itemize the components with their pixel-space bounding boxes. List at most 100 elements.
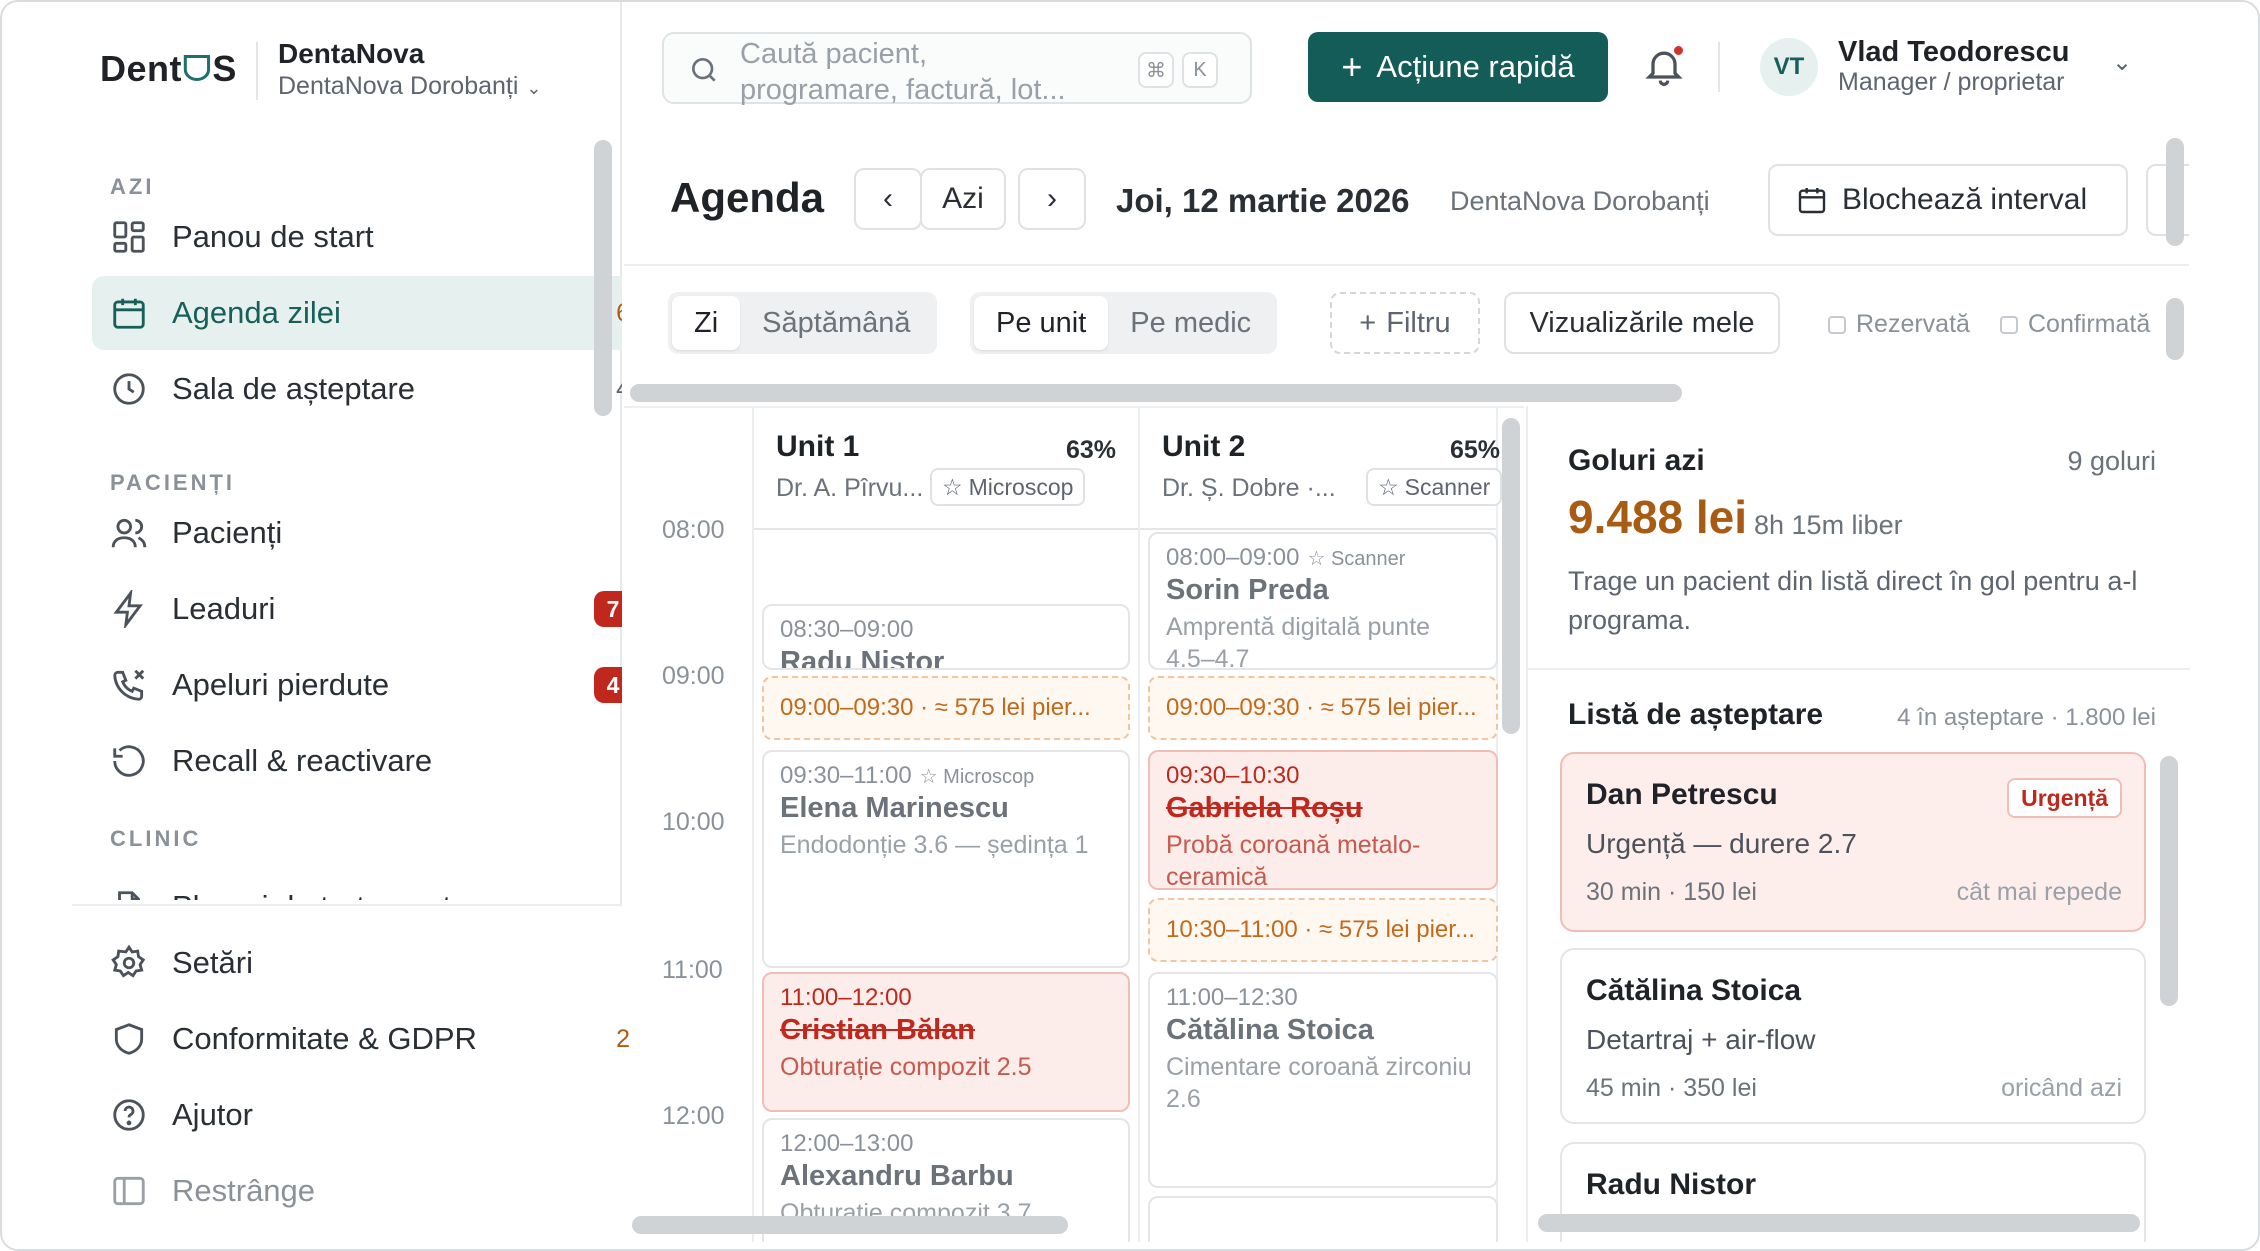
group-toggle: Pe unit Pe medic: [970, 292, 1278, 354]
sidebar-item-label: Agenda zilei: [172, 295, 341, 330]
checkbox-icon: [1828, 315, 1846, 334]
prev-day-button[interactable]: ‹: [854, 168, 922, 230]
sidebar-item-label: Setări: [172, 945, 253, 980]
header-vertical-scrollbar[interactable]: [2166, 138, 2184, 246]
sidebar-scrollbar[interactable]: [594, 140, 612, 416]
sidebar-item-dashboard[interactable]: Panou de start: [92, 200, 622, 274]
chevron-down-icon[interactable]: ⌄: [2112, 48, 2132, 77]
tab-day[interactable]: Zi: [672, 296, 741, 350]
filter-button[interactable]: + Filtru: [1330, 292, 1480, 354]
block-interval-button[interactable]: Blochează interval: [1768, 164, 2128, 236]
search-icon: [692, 58, 716, 82]
waitlist-card[interactable]: Cătălina Stoica Detartraj + air-flow 45 …: [1560, 948, 2146, 1124]
app-logo[interactable]: DentᗜS: [100, 48, 237, 91]
chevron-left-icon: ‹: [883, 182, 893, 215]
waitlist-card[interactable]: Dan Petrescu Urgență Urgență — durere 2.…: [1560, 752, 2146, 932]
status-confirmed-checkbox[interactable]: Confirmată: [2000, 310, 2150, 339]
my-views-button[interactable]: Vizualizările mele: [1504, 292, 1780, 354]
user-name[interactable]: Vlad Teodorescu: [1838, 36, 2070, 69]
unit-column-2: Unit 2 65% Dr. Ș. Dobre ·... ☆ Scanner 08…: [1140, 408, 1503, 1242]
top-bar: Caută pacient, programare, factură, lot..…: [622, 2, 2258, 130]
next-day-button[interactable]: ›: [1018, 168, 1086, 230]
gear-icon: [111, 944, 146, 978]
gap-slot[interactable]: 10:30–11:00 · ≈ 575 lei pier...: [1148, 898, 1498, 962]
tab-week[interactable]: Săptămână: [740, 296, 932, 350]
appointment-card[interactable]: 08:30–09:00 Radu Nistor: [762, 604, 1130, 670]
tab-by-doctor[interactable]: Pe medic: [1108, 296, 1273, 350]
gaps-hint: Trage un pacient din listă direct în gol…: [1568, 566, 2138, 635]
nav-section-today: AZI: [110, 174, 155, 199]
missed-call-icon: [113, 669, 145, 701]
sidebar-item-waiting-room[interactable]: Sala de așteptare 4: [92, 352, 622, 426]
gaps-title: Goluri azi: [1568, 444, 1705, 477]
search-input[interactable]: Caută pacient, programare, factură, lot..…: [662, 32, 1252, 106]
appointment-card[interactable]: 08:00–09:00 ☆ Scanner Sorin Preda Amprent…: [1148, 532, 1498, 670]
appointment-card[interactable]: 09:30–11:00 ☆ Microscop Elena Marinescu E…: [762, 750, 1130, 968]
sidebar-item-compliance[interactable]: Conformitate & GDPR 2: [92, 1002, 650, 1076]
waitlist-meta: 4 în așteptare · 1.800 lei: [1897, 704, 2156, 731]
bolt-icon: [113, 590, 143, 628]
appointment-card-cancelled[interactable]: 09:30–10:30 Gabriela Roșu Probă coroană …: [1148, 750, 1498, 890]
time-label: 12:00: [662, 1102, 725, 1130]
gaps-free-time: 8h 15m liber: [1754, 510, 1903, 540]
current-location: DentaNova Dorobanți: [1450, 186, 1710, 216]
waitlist-title: Listă de așteptare: [1568, 698, 1824, 731]
status-booked-checkbox[interactable]: Rezervată: [1828, 310, 1970, 339]
sidebar-item-label: Restrânge: [172, 1173, 316, 1208]
help-icon: [113, 1099, 145, 1131]
file-plan-icon: [118, 891, 140, 900]
calendar-vertical-scrollbar[interactable]: [1502, 418, 1520, 734]
rotate-icon: [113, 745, 145, 777]
sidebar-item-leads[interactable]: Leaduri 7: [92, 572, 622, 646]
sidebar-item-missed-calls[interactable]: Apeluri pierdute 4: [92, 648, 622, 722]
appointment-card-cancelled[interactable]: 11:00–12:00 Cristian Bălan Obturație com…: [762, 972, 1130, 1112]
avatar[interactable]: VT: [1760, 38, 1818, 96]
clinic-name: DentaNova: [278, 38, 425, 69]
sidebar-item-agenda[interactable]: Agenda zilei 6: [92, 276, 622, 350]
sidebar-item-help[interactable]: Ajutor: [92, 1078, 650, 1152]
sidebar-collapse-button[interactable]: Restrânge: [92, 1154, 650, 1228]
app-window: DentᗜS DentaNova DentaNova Dorobanți ⌄ AZ…: [0, 0, 2260, 1251]
calendar-grid: 08:00 09:00 10:00 11:00 12:00 Unit 1 63%…: [624, 406, 1524, 1242]
gaps-count: 9 goluri: [2067, 446, 2156, 476]
location-switcher[interactable]: DentaNova Dorobanți ⌄: [278, 72, 542, 101]
quick-action-button[interactable]: + Acțiune rapidă: [1308, 32, 1608, 102]
missed-calls-badge: 4: [594, 667, 622, 703]
gaps-panel: Goluri azi 9 goluri 9.488 lei 8h 15m lib…: [1526, 406, 2190, 1242]
unit-equipment-tag: ☆ Scanner: [1366, 468, 1503, 506]
calendar-horizontal-scrollbar[interactable]: [632, 1216, 1068, 1234]
unit-occupancy: 63%: [1065, 436, 1116, 464]
filters-vertical-scrollbar[interactable]: [2166, 298, 2184, 360]
chevron-down-icon: ⌄: [526, 78, 542, 98]
shortcut-k-key: K: [1182, 52, 1218, 88]
gap-slot[interactable]: 09:00–09:30 · ≈ 575 lei pier...: [762, 676, 1130, 740]
unit-column-1: Unit 1 63% Dr. A. Pîrvu... ☆ Microscop 08…: [754, 408, 1140, 1242]
time-label: 10:00: [662, 808, 725, 836]
waitlist-scrollbar[interactable]: [2160, 756, 2178, 1006]
sidebar-item-settings[interactable]: Setări: [92, 926, 650, 1000]
calendar-icon: [113, 298, 145, 329]
appointment-card[interactable]: 11:00–12:30 Cătălina Stoica Cimentare co…: [1148, 972, 1498, 1188]
sidebar-item-patients[interactable]: Pacienți: [92, 496, 622, 570]
sidebar-item-label: Panou de start: [172, 219, 374, 254]
time-column: 08:00 09:00 10:00 11:00 12:00: [624, 408, 754, 1242]
sidebar-nav: AZI Panou de start Agenda zilei 6 Sala d…: [72, 130, 622, 900]
unit-occupancy: 65%: [1449, 436, 1500, 464]
plus-icon: +: [1359, 306, 1377, 339]
panel-horizontal-scrollbar[interactable]: [1538, 1214, 2140, 1232]
today-button[interactable]: Azi: [920, 168, 1006, 230]
tab-by-unit[interactable]: Pe unit: [974, 296, 1109, 350]
sidebar-item-treatment-plans[interactable]: Planuri de tratament: [92, 870, 622, 900]
notification-dot: [1672, 44, 1685, 57]
chevron-right-icon: ›: [1047, 182, 1057, 215]
unit-equipment-tag: ☆ Microscop: [930, 468, 1086, 506]
star-icon: ☆: [942, 473, 963, 500]
filters-horizontal-scrollbar[interactable]: [630, 384, 1682, 402]
gap-slot[interactable]: 09:00–09:30 · ≈ 575 lei pier...: [1148, 676, 1498, 740]
sidebar-item-recall[interactable]: Recall & reactivare: [92, 724, 622, 798]
users-icon: [111, 518, 147, 548]
time-label: 09:00: [662, 662, 725, 690]
page-title: Agenda: [670, 174, 825, 221]
appointment-card[interactable]: [1148, 1196, 1498, 1242]
sidebar-item-label: Ajutor: [172, 1097, 253, 1132]
